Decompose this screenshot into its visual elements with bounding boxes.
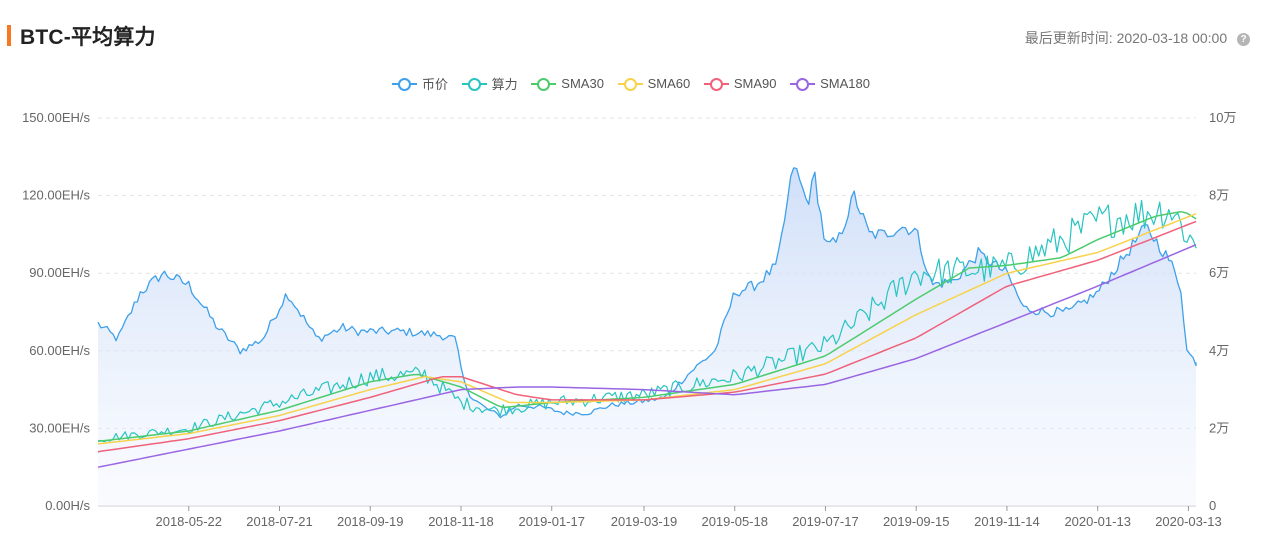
y-right-tick-label: 8万 bbox=[1209, 188, 1229, 203]
y-left-tick-label: 0.00H/s bbox=[45, 498, 90, 513]
x-tick-label: 2020-03-13 bbox=[1155, 514, 1222, 529]
price-area bbox=[98, 167, 1196, 506]
y-right-tick-label: 6万 bbox=[1209, 265, 1229, 280]
x-tick-label: 2019-05-18 bbox=[701, 514, 768, 529]
x-tick-label: 2018-11-18 bbox=[428, 514, 494, 529]
x-tick-label: 2019-11-14 bbox=[974, 514, 1040, 529]
y-right-tick-label: 10万 bbox=[1209, 110, 1236, 125]
x-tick-label: 2018-05-22 bbox=[155, 514, 222, 529]
x-tick-label: 2019-09-15 bbox=[883, 514, 950, 529]
y-left-tick-label: 90.00EH/s bbox=[29, 265, 90, 280]
y-right-tick-label: 2万 bbox=[1209, 420, 1229, 435]
x-tick-label: 2020-01-13 bbox=[1064, 514, 1131, 529]
y-right-tick-label: 4万 bbox=[1209, 343, 1229, 358]
hashrate-chart: 0.00H/s 0 30.00EH/s 2万 60.00EH/s 4万 90.00EH/s 6… bbox=[22, 110, 1236, 529]
x-tick-label: 2019-01-17 bbox=[518, 514, 585, 529]
x-tick-label: 2018-09-19 bbox=[337, 514, 404, 529]
y-left-tick-label: 30.00EH/s bbox=[29, 420, 90, 435]
x-tick-label: 2019-07-17 bbox=[792, 514, 859, 529]
y-left-tick-label: 60.00EH/s bbox=[29, 343, 90, 358]
y-left-tick-label: 150.00EH/s bbox=[22, 110, 90, 125]
x-tick-label: 2019-03-19 bbox=[611, 514, 678, 529]
series bbox=[97, 167, 1197, 506]
y-right-tick-label: 0 bbox=[1209, 498, 1216, 513]
x-tick-label: 2018-07-21 bbox=[246, 514, 313, 529]
y-left-tick-label: 120.00EH/s bbox=[22, 188, 90, 203]
